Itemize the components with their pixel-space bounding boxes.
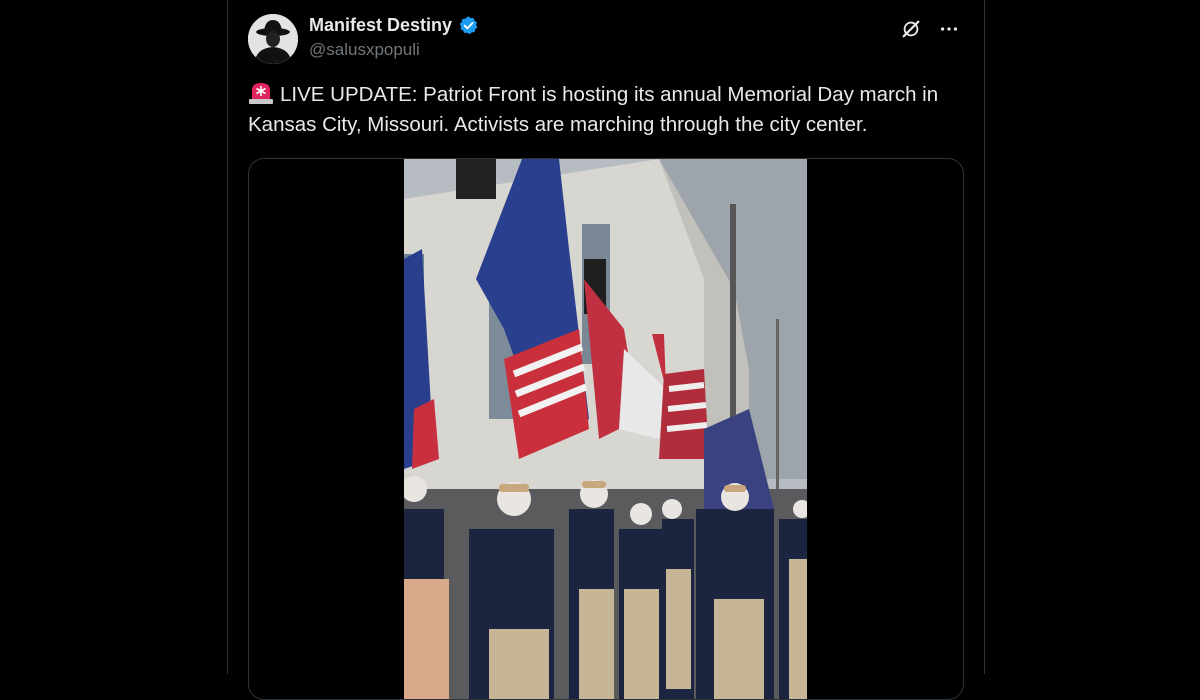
- more-options-icon[interactable]: [936, 16, 962, 42]
- display-name-row: Manifest Destiny: [309, 15, 479, 36]
- tweet-body-text: LIVE UPDATE: Patriot Front is hosting it…: [248, 83, 939, 136]
- media-container[interactable]: [248, 158, 964, 700]
- header-actions: [898, 16, 962, 42]
- author-names: Manifest Destiny @salusxpopuli: [309, 15, 479, 60]
- verified-badge-icon: [458, 15, 479, 36]
- display-name[interactable]: Manifest Destiny: [309, 15, 452, 36]
- avatar[interactable]: [248, 14, 298, 64]
- video-player[interactable]: [404, 159, 807, 699]
- tweet-column: Manifest Destiny @salusxpopuli LIVE UPDA…: [227, 0, 985, 700]
- video-frame: [404, 159, 807, 699]
- tweet-text: LIVE UPDATE: Patriot Front is hosting it…: [248, 80, 968, 140]
- siren-emoji-icon: [248, 82, 274, 104]
- grok-icon[interactable]: [898, 16, 924, 42]
- tweet-header: Manifest Destiny @salusxpopuli: [248, 14, 964, 64]
- handle[interactable]: @salusxpopuli: [309, 40, 479, 60]
